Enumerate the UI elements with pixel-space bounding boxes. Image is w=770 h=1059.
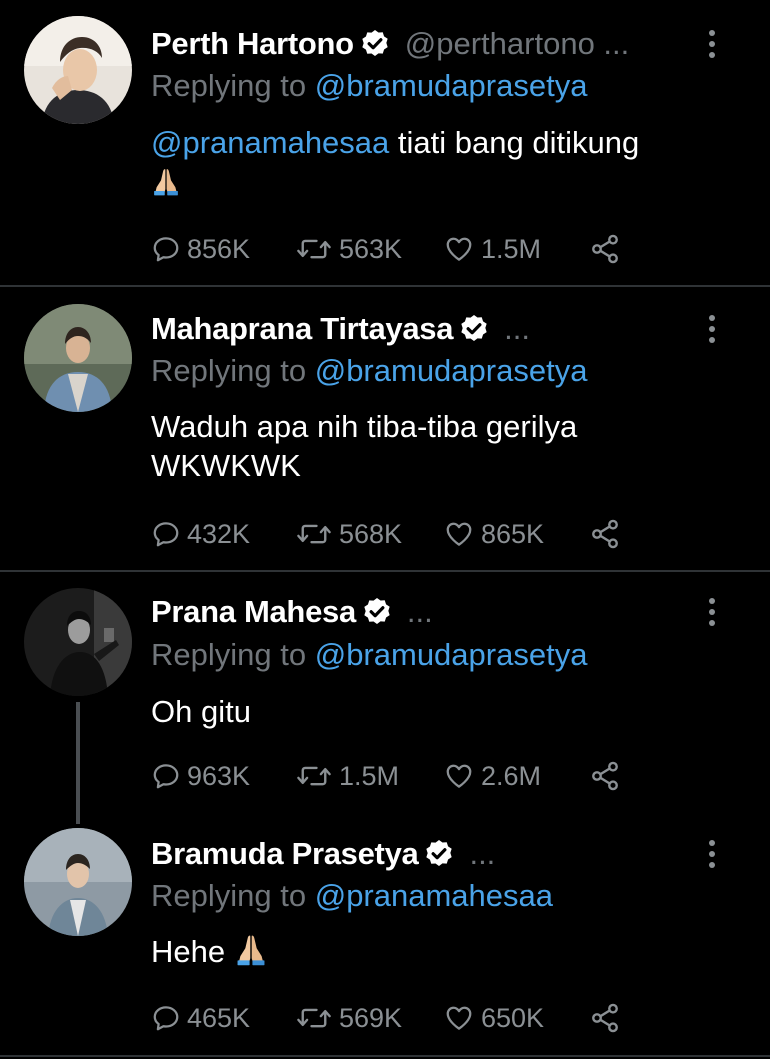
share-button[interactable] bbox=[589, 233, 621, 265]
like-button[interactable]: 1.5M bbox=[443, 234, 541, 265]
replying-to-mention[interactable]: @pranamahesaa bbox=[315, 878, 553, 913]
reply-button[interactable]: 963K bbox=[151, 761, 250, 792]
avatar[interactable] bbox=[24, 304, 132, 412]
display-name[interactable]: Perth Hartono bbox=[151, 26, 354, 62]
more-options-icon[interactable] bbox=[700, 594, 724, 630]
tweet-header: Mahaprana Tirtayasa ... bbox=[151, 309, 530, 349]
retweet-count: 568K bbox=[339, 518, 403, 549]
verified-badge-icon bbox=[361, 596, 393, 628]
reply-button[interactable]: 432K bbox=[151, 519, 250, 550]
replying-to-mention[interactable]: @bramudaprasetya bbox=[315, 353, 588, 388]
retweet-count: 1.5M bbox=[339, 760, 400, 791]
replying-to-mention[interactable]: @bramudaprasetya bbox=[315, 637, 588, 672]
verified-badge-icon bbox=[423, 838, 455, 870]
avatar[interactable] bbox=[24, 828, 132, 936]
share-icon bbox=[589, 518, 621, 550]
share-button[interactable] bbox=[589, 1002, 621, 1034]
retweet-count: 569K bbox=[339, 1002, 403, 1033]
replying-to: Replying to @bramudaprasetya bbox=[151, 353, 587, 389]
heart-icon bbox=[443, 519, 475, 549]
avatar[interactable] bbox=[24, 588, 132, 696]
like-button[interactable]: 865K bbox=[443, 519, 544, 550]
tweet-header: Prana Mahesa ... bbox=[151, 592, 433, 632]
heart-icon bbox=[443, 761, 475, 791]
tweet-text: Waduh apa nih tiba-tiba gerilya WKWKWK bbox=[151, 409, 578, 483]
like-button[interactable]: 650K bbox=[443, 1003, 544, 1034]
reply-icon bbox=[151, 1003, 181, 1033]
display-name[interactable]: Bramuda Prasetya bbox=[151, 836, 419, 872]
more-options-icon[interactable] bbox=[700, 836, 724, 872]
tweet-text-content: tiati bang ditikung bbox=[389, 125, 640, 160]
retweet-button[interactable]: 569K bbox=[295, 1003, 402, 1034]
more-options-icon[interactable] bbox=[700, 311, 724, 347]
reply-button[interactable]: 856K bbox=[151, 234, 250, 265]
replying-to: Replying to @bramudaprasetya bbox=[151, 637, 587, 673]
handle[interactable]: ... bbox=[469, 836, 495, 872]
tweet-text: @pranamahesaa tiati bang ditikung bbox=[151, 123, 741, 201]
handle[interactable]: ... bbox=[407, 594, 433, 630]
replying-prefix: Replying to bbox=[151, 353, 307, 388]
reply-icon bbox=[151, 519, 181, 549]
retweet-button[interactable]: 563K bbox=[295, 234, 402, 265]
replying-prefix: Replying to bbox=[151, 68, 307, 103]
like-button[interactable]: 2.6M bbox=[443, 761, 541, 792]
retweet-count: 563K bbox=[339, 233, 403, 264]
handle[interactable]: ... bbox=[504, 311, 530, 347]
folded-hands-emoji-icon bbox=[151, 166, 181, 196]
divider bbox=[0, 1055, 770, 1057]
tweet-perth-hartono[interactable]: Perth Hartono @perthartono ... Replying … bbox=[0, 0, 770, 287]
folded-hands-emoji-icon bbox=[234, 932, 268, 966]
tweet-prana-mahesa[interactable]: Prana Mahesa ... Replying to @bramudapra… bbox=[0, 572, 770, 824]
tweet-header: Perth Hartono @perthartono ... bbox=[151, 24, 629, 64]
reply-button[interactable]: 465K bbox=[151, 1003, 250, 1034]
share-icon bbox=[589, 760, 621, 792]
verified-badge-icon bbox=[458, 313, 490, 345]
heart-icon bbox=[443, 1003, 475, 1033]
retweet-icon bbox=[295, 234, 333, 264]
retweet-button[interactable]: 568K bbox=[295, 519, 402, 550]
share-icon bbox=[589, 1002, 621, 1034]
tweet-bramuda-prasetya[interactable]: Bramuda Prasetya ... Replying to @pranam… bbox=[0, 822, 770, 1057]
retweet-icon bbox=[295, 519, 333, 549]
replying-to: Replying to @bramudaprasetya bbox=[151, 68, 587, 104]
share-button[interactable] bbox=[589, 518, 621, 550]
display-name[interactable]: Prana Mahesa bbox=[151, 594, 356, 630]
display-name[interactable]: Mahaprana Tirtayasa bbox=[151, 311, 453, 347]
retweet-icon bbox=[295, 761, 333, 791]
reply-count: 856K bbox=[187, 233, 251, 264]
tweet-text: Hehe bbox=[151, 932, 741, 971]
share-icon bbox=[589, 233, 621, 265]
mention-link[interactable]: @pranamahesaa bbox=[151, 125, 389, 160]
reply-icon bbox=[151, 234, 181, 264]
reply-count: 963K bbox=[187, 760, 251, 791]
tweet-text: Oh gitu bbox=[151, 694, 251, 729]
tweet-feed: Perth Hartono @perthartono ... Replying … bbox=[0, 0, 770, 1059]
more-options-icon[interactable] bbox=[700, 26, 724, 62]
tweet-text-content: Hehe bbox=[151, 934, 234, 969]
replying-to-mention[interactable]: @bramudaprasetya bbox=[315, 68, 588, 103]
like-count: 1.5M bbox=[481, 233, 542, 264]
verified-badge-icon bbox=[359, 28, 391, 60]
handle[interactable]: @perthartono ... bbox=[405, 26, 629, 62]
replying-prefix: Replying to bbox=[151, 637, 307, 672]
like-count: 865K bbox=[481, 518, 545, 549]
share-button[interactable] bbox=[589, 760, 621, 792]
replying-to: Replying to @pranamahesaa bbox=[151, 878, 553, 914]
replying-prefix: Replying to bbox=[151, 878, 307, 913]
reply-icon bbox=[151, 761, 181, 791]
tweet-header: Bramuda Prasetya ... bbox=[151, 834, 495, 874]
reply-count: 465K bbox=[187, 1002, 251, 1033]
thread-connector bbox=[76, 702, 80, 824]
retweet-button[interactable]: 1.5M bbox=[295, 761, 399, 792]
retweet-icon bbox=[295, 1003, 333, 1033]
avatar[interactable] bbox=[24, 16, 132, 124]
like-count: 650K bbox=[481, 1002, 545, 1033]
like-count: 2.6M bbox=[481, 760, 542, 791]
heart-icon bbox=[443, 234, 475, 264]
reply-count: 432K bbox=[187, 518, 251, 549]
tweet-mahaprana-tirtayasa[interactable]: Mahaprana Tirtayasa ... Replying to @bra… bbox=[0, 287, 770, 570]
